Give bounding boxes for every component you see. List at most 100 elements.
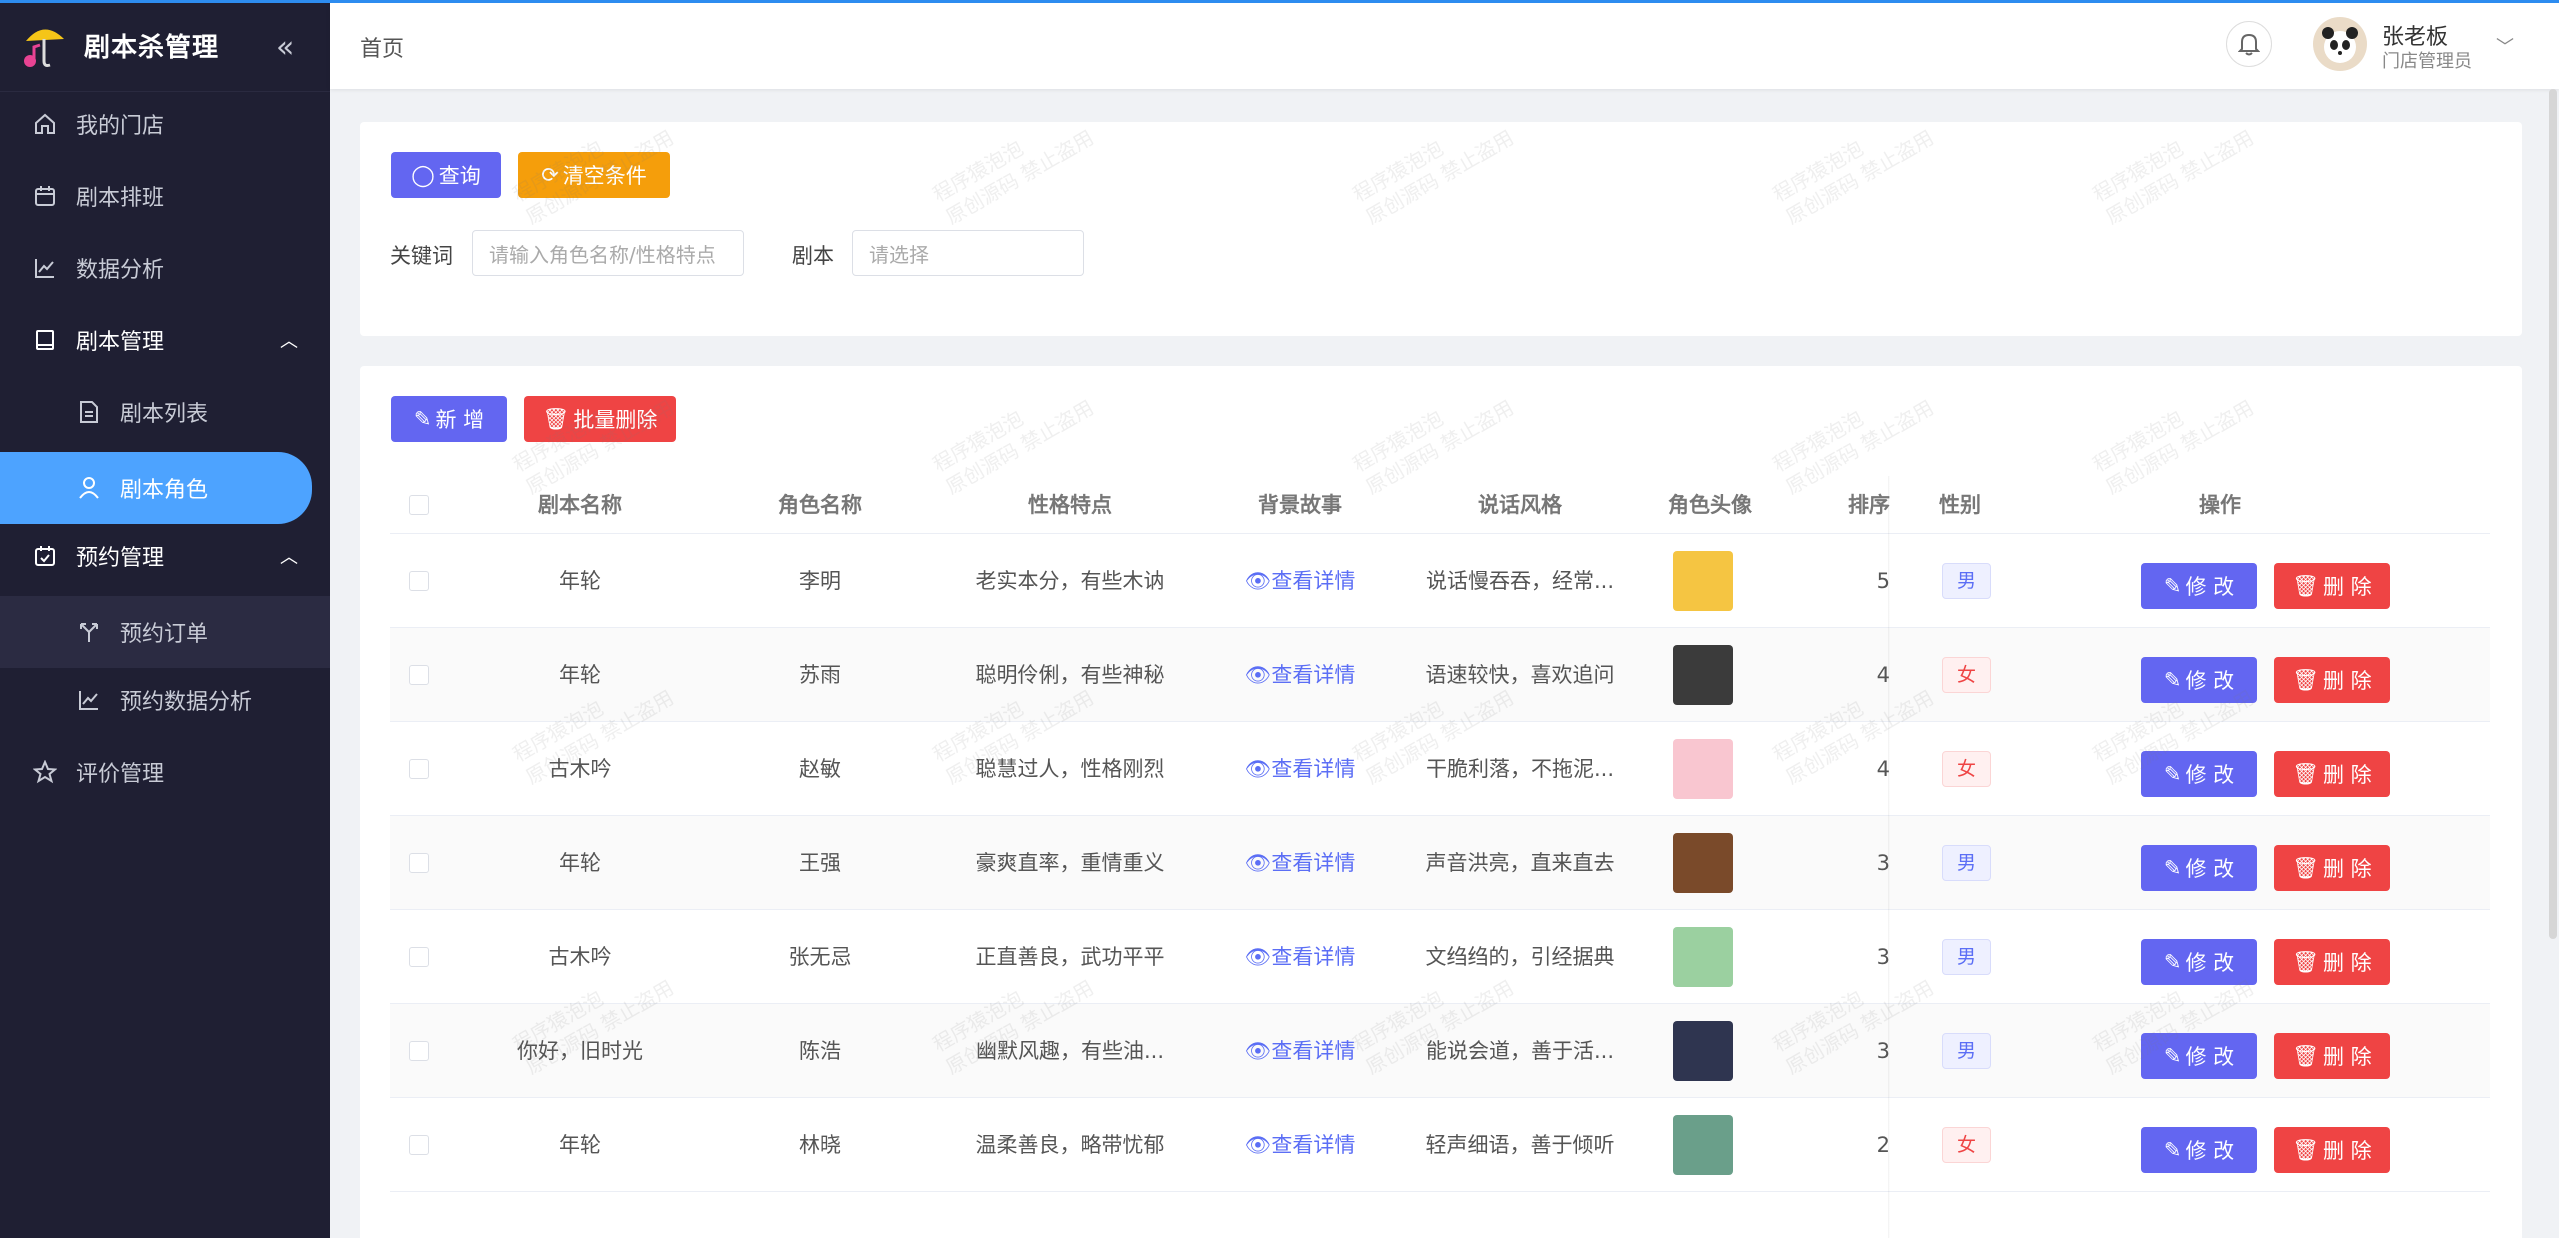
view-details-link[interactable]: 👁查看详情 — [1210, 534, 1390, 628]
edit-button[interactable]: ✎ 修 改 — [2141, 657, 2257, 703]
breadcrumb[interactable]: 首页 — [360, 31, 404, 63]
bell-icon[interactable] — [2226, 21, 2272, 67]
column-header[interactable]: 性格特点 — [950, 476, 1190, 534]
keyword-input[interactable]: 请输入角色名称/性格特点 — [472, 230, 744, 276]
delete-button[interactable]: 🗑 删 除 — [2274, 939, 2390, 985]
gender-tag: 女 — [1942, 657, 1992, 693]
query-button[interactable]: ◯ 查询 — [391, 152, 501, 198]
script-label: 剧本 — [792, 244, 834, 268]
cell-script: 年轮 — [559, 1133, 601, 1157]
sidebar-item-my-store[interactable]: 我的门店 — [0, 92, 330, 156]
view-details-link[interactable]: 👁查看详情 — [1210, 816, 1390, 910]
view-details-link[interactable]: 👁查看详情 — [1210, 1004, 1390, 1098]
column-header[interactable]: 角色头像 — [1640, 476, 1780, 534]
role-avatar-image[interactable] — [1673, 1021, 1733, 1081]
batch-delete-button[interactable]: 🗑 批量删除 — [524, 396, 676, 442]
cell-style: 能说会道，善于活... — [1425, 1039, 1615, 1063]
sidebar-item-label: 剧本排班 — [76, 186, 165, 211]
column-header[interactable]: 操作 — [2120, 476, 2320, 534]
gender-tag: 男 — [1942, 563, 1992, 599]
sidebar-item-script-list[interactable]: 剧本列表 — [0, 380, 330, 444]
role-avatar-image[interactable] — [1673, 1115, 1733, 1175]
edit-icon: ✎ — [2163, 574, 2182, 598]
sidebar-item-reviews[interactable]: 评价管理 — [0, 740, 330, 804]
cell-style: 文绉绉的，引经据典 — [1425, 945, 1615, 969]
column-header[interactable]: 排序 — [1790, 476, 1890, 534]
row-checkbox[interactable] — [409, 571, 429, 591]
view-details-link[interactable]: 👁查看详情 — [1210, 722, 1390, 816]
sidebar-item-schedule[interactable]: 剧本排班 — [0, 164, 330, 228]
cell-role: 李明 — [799, 569, 841, 593]
add-button[interactable]: ✎ 新 增 — [391, 396, 507, 442]
edit-button[interactable]: ✎ 修 改 — [2141, 563, 2257, 609]
script-select[interactable]: 请选择 — [852, 230, 1084, 276]
clear-conditions-button[interactable]: ⟳ 清空条件 — [518, 152, 670, 198]
gender-tag: 女 — [1942, 751, 1992, 787]
edit-icon: ✎ — [2163, 950, 2182, 974]
table-row: 年轮 苏雨 聪明伶俐，有些神秘 👁查看详情 语速较快，喜欢追问 4 女 ✎ 修 改 🗑 删 除 — [390, 628, 2490, 722]
sidebar-item-label: 预约订单 — [120, 622, 209, 647]
row-checkbox[interactable] — [409, 759, 429, 779]
filter-card: ◯ 查询 ⟳ 清空条件 关键词 请输入角色名称/性格特点 剧本 请选择 — [360, 122, 2522, 336]
column-header[interactable]: 性别 — [1910, 476, 2010, 534]
cell-role: 林晓 — [799, 1133, 841, 1157]
trash-icon: 🗑 — [2292, 667, 2319, 692]
edit-button[interactable]: ✎ 修 改 — [2141, 1033, 2257, 1079]
eye-icon: 👁 — [1244, 757, 1272, 781]
collapse-sidebar-icon[interactable]: « — [276, 30, 294, 65]
role-avatar-image[interactable] — [1673, 645, 1733, 705]
row-checkbox[interactable] — [409, 665, 429, 685]
column-header[interactable]: 背景故事 — [1210, 476, 1390, 534]
sidebar-item-booking-analytics[interactable]: 预约数据分析 — [0, 668, 330, 732]
book-icon — [30, 325, 60, 355]
eye-icon: 👁 — [1244, 569, 1272, 593]
row-checkbox[interactable] — [409, 1135, 429, 1155]
row-checkbox[interactable] — [409, 853, 429, 873]
delete-button[interactable]: 🗑 删 除 — [2274, 657, 2390, 703]
role-avatar-image[interactable] — [1673, 551, 1733, 611]
sidebar-item-script-roles[interactable]: 剧本角色 — [0, 452, 312, 524]
edit-button[interactable]: ✎ 修 改 — [2141, 1127, 2257, 1173]
table-row: 年轮 林晓 温柔善良，略带忧郁 👁查看详情 轻声细语，善于倾听 2 女 ✎ 修 改 🗑 删 除 — [390, 1098, 2490, 1192]
cell-trait: 温柔善良，略带忧郁 — [975, 1133, 1165, 1157]
chevron-up-icon: ︿ — [280, 331, 298, 352]
trash-icon: 🗑 — [2292, 1043, 2319, 1068]
cell-trait: 豪爽直率，重情重义 — [975, 851, 1165, 875]
avatar[interactable] — [2313, 17, 2367, 71]
delete-button[interactable]: 🗑 删 除 — [2274, 845, 2390, 891]
sidebar-item-booking-orders[interactable]: 预约订单 — [0, 596, 330, 668]
edit-icon: ✎ — [2163, 1044, 2182, 1068]
cell-role: 赵敏 — [799, 757, 841, 781]
column-header[interactable]: 剧本名称 — [490, 476, 670, 534]
role-avatar-image[interactable] — [1673, 833, 1733, 893]
column-header[interactable]: 角色名称 — [730, 476, 910, 534]
row-checkbox[interactable] — [409, 1041, 429, 1061]
view-details-link[interactable]: 👁查看详情 — [1210, 1098, 1390, 1192]
table-row: 古木吟 赵敏 聪慧过人，性格刚烈 👁查看详情 干脆利落，不拖泥... 4 女 ✎ 修 改 🗑 删 除 — [390, 722, 2490, 816]
cell-trait: 幽默风趣，有些油... — [975, 1039, 1165, 1063]
cell-script: 年轮 — [559, 851, 601, 875]
edit-button[interactable]: ✎ 修 改 — [2141, 939, 2257, 985]
sidebar-item-analytics[interactable]: 数据分析 — [0, 236, 330, 300]
role-avatar-image[interactable] — [1673, 739, 1733, 799]
row-checkbox[interactable] — [409, 947, 429, 967]
cell-order: 5 — [1876, 569, 1890, 593]
view-details-link[interactable]: 👁查看详情 — [1210, 910, 1390, 1004]
edit-button[interactable]: ✎ 修 改 — [2141, 845, 2257, 891]
delete-button[interactable]: 🗑 删 除 — [2274, 1127, 2390, 1173]
role-avatar-image[interactable] — [1673, 927, 1733, 987]
sidebar-item-script-management[interactable]: 剧本管理 ︿ — [0, 308, 330, 372]
calendar-check-icon — [30, 541, 60, 571]
top-header: 首页 张老板 门店管理员 ﹀ — [330, 3, 2559, 89]
delete-button[interactable]: 🗑 删 除 — [2274, 563, 2390, 609]
page-scrollbar[interactable] — [2549, 89, 2557, 939]
view-details-link[interactable]: 👁查看详情 — [1210, 628, 1390, 722]
column-header[interactable]: 说话风格 — [1410, 476, 1630, 534]
refresh-icon: ⟳ — [541, 163, 559, 187]
sidebar-item-booking-management[interactable]: 预约管理 ︿ — [0, 524, 330, 588]
delete-button[interactable]: 🗑 删 除 — [2274, 751, 2390, 797]
edit-button[interactable]: ✎ 修 改 — [2141, 751, 2257, 797]
chevron-down-icon[interactable]: ﹀ — [2496, 33, 2514, 59]
delete-button[interactable]: 🗑 删 除 — [2274, 1033, 2390, 1079]
select-all-checkbox[interactable] — [409, 495, 429, 515]
